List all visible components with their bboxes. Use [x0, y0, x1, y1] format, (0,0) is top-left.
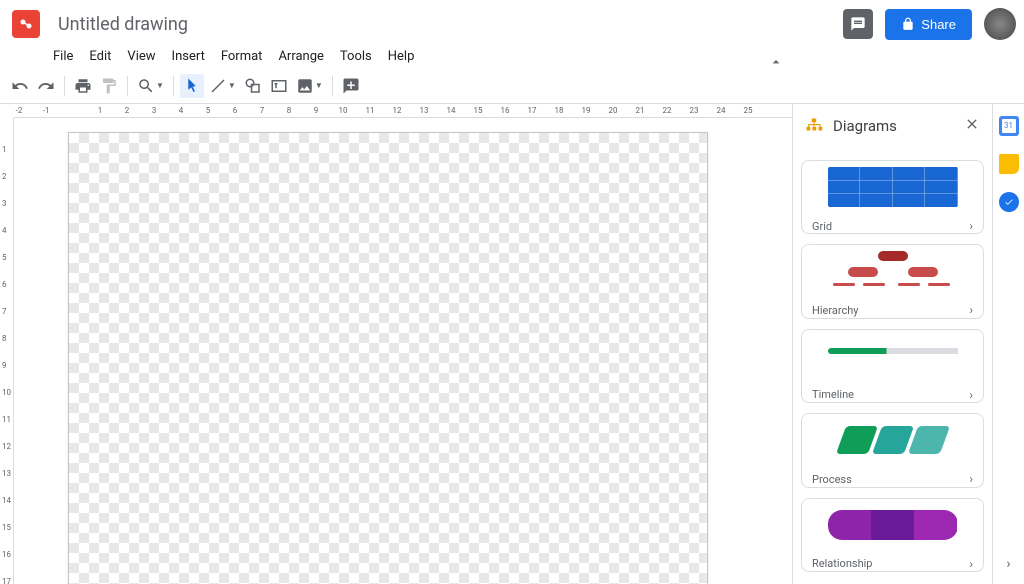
drawing-canvas[interactable]	[68, 132, 708, 584]
zoom-button[interactable]: ▼	[134, 74, 167, 98]
diagram-category-relationship[interactable]: Relationship ›	[801, 498, 984, 572]
menu-view[interactable]: View	[120, 47, 162, 66]
paint-format-button[interactable]	[97, 74, 121, 98]
app-header: Untitled drawing Share	[0, 0, 1024, 44]
diagrams-panel: Diagrams Grid›Hierarchy›Timeline›Process…	[792, 104, 992, 584]
shape-button[interactable]	[241, 74, 265, 98]
diagram-preview	[802, 161, 983, 213]
select-button[interactable]	[180, 74, 204, 98]
sidepanel-title: Diagrams	[833, 117, 954, 135]
chevron-right-icon: ›	[969, 557, 973, 571]
share-button[interactable]: Share	[885, 9, 972, 40]
diagram-label: Grid	[812, 220, 832, 233]
diagram-preview	[802, 414, 983, 466]
chevron-right-icon: ›	[969, 303, 973, 317]
chevron-right-icon: ›	[969, 472, 973, 486]
menubar: File Edit View Insert Format Arrange Too…	[0, 44, 1024, 68]
image-button[interactable]: ▼	[293, 74, 326, 98]
menu-arrange[interactable]: Arrange	[271, 47, 330, 66]
document-title[interactable]: Untitled drawing	[52, 12, 194, 37]
textbox-button[interactable]	[267, 74, 291, 98]
menu-tools[interactable]: Tools	[333, 47, 379, 66]
close-panel-button[interactable]	[964, 116, 980, 136]
rail-expand-button[interactable]: ›	[1006, 556, 1010, 572]
comments-button[interactable]	[843, 9, 873, 39]
redo-button[interactable]	[34, 74, 58, 98]
diagram-category-grid[interactable]: Grid ›	[801, 160, 984, 234]
menu-edit[interactable]: Edit	[82, 47, 118, 66]
vertical-ruler: 12345678910111213141516171819	[0, 118, 14, 584]
toolbar: ▼ ▼ ▼	[0, 68, 1024, 104]
diagram-label: Hierarchy	[812, 304, 859, 317]
tasks-app-icon[interactable]	[999, 192, 1019, 212]
diagram-preview	[802, 245, 983, 297]
keep-app-icon[interactable]	[999, 154, 1019, 174]
diagram-preview	[802, 499, 983, 551]
diagrams-icon	[805, 117, 823, 135]
diagram-category-hierarchy[interactable]: Hierarchy ›	[801, 244, 984, 318]
menu-format[interactable]: Format	[214, 47, 270, 66]
horizontal-ruler: -2-1123456789101112131415161718192021222…	[14, 104, 792, 118]
line-button[interactable]: ▼	[206, 74, 239, 98]
diagram-category-process[interactable]: Process ›	[801, 413, 984, 487]
diagram-category-timeline[interactable]: Timeline ›	[801, 329, 984, 403]
app-icon[interactable]	[8, 6, 44, 42]
avatar[interactable]	[984, 8, 1016, 40]
menu-help[interactable]: Help	[381, 47, 422, 66]
diagram-label: Relationship	[812, 557, 872, 570]
diagram-label: Process	[812, 473, 852, 486]
lock-icon	[901, 17, 915, 31]
diagram-label: Timeline	[812, 388, 854, 401]
menu-insert[interactable]: Insert	[165, 47, 212, 66]
undo-button[interactable]	[8, 74, 32, 98]
chevron-right-icon: ›	[969, 388, 973, 402]
menu-file[interactable]: File	[46, 47, 80, 66]
right-side-rail: 31 ›	[992, 104, 1024, 584]
collapse-toolbar-button[interactable]	[764, 50, 788, 74]
calendar-app-icon[interactable]: 31	[999, 116, 1019, 136]
canvas-area: -2-1123456789101112131415161718192021222…	[0, 104, 792, 584]
chevron-right-icon: ›	[969, 219, 973, 233]
print-button[interactable]	[71, 74, 95, 98]
diagram-preview	[802, 330, 983, 382]
chevron-up-icon	[768, 54, 784, 70]
add-comment-button[interactable]	[339, 74, 363, 98]
